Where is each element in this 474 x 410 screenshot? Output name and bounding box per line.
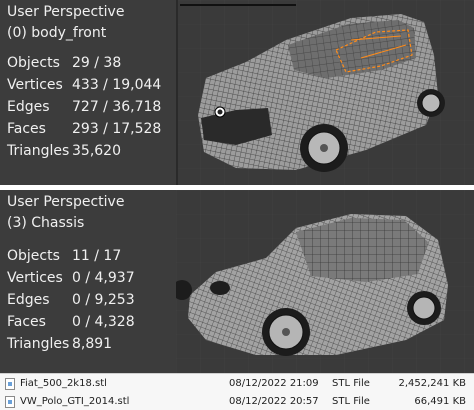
file-name: Fiat_500_2k18.stl xyxy=(20,378,107,389)
stat-label: Faces xyxy=(7,121,46,137)
stat-row-objects: Objects 11 / 17 xyxy=(7,248,121,264)
stat-row-edges: Edges 0 / 9,253 xyxy=(7,292,135,308)
file-type: STL File xyxy=(332,378,370,389)
stats-overlay-top: User Perspective (0) body_front Objects 2… xyxy=(0,0,178,185)
stat-value: 35,620 xyxy=(72,143,121,159)
stat-label: Objects xyxy=(7,248,60,264)
stat-value: 293 / 17,528 xyxy=(72,121,162,137)
file-date: 08/12/2022 21:09 xyxy=(229,378,319,389)
stat-label: Edges xyxy=(7,292,50,308)
viewport-bottom[interactable]: User Perspective (3) Chassis Objects 11 /… xyxy=(0,190,474,373)
stat-value: 727 / 36,718 xyxy=(72,99,162,115)
stat-value: 0 / 4,937 xyxy=(72,270,135,286)
file-date: 08/12/2022 20:57 xyxy=(229,396,319,407)
stat-label: Vertices xyxy=(7,77,63,93)
file-size: 2,452,241 KB xyxy=(398,378,467,389)
stat-label: Triangles xyxy=(7,143,70,159)
stat-label: Vertices xyxy=(7,270,63,286)
stat-row-vertices: Vertices 0 / 4,937 xyxy=(7,270,135,286)
stat-label: Faces xyxy=(7,314,46,330)
stat-value: 29 / 38 xyxy=(72,55,122,71)
mesh-view-vw-polo[interactable] xyxy=(176,0,474,185)
file-list: Fiat_500_2k18.stl 08/12/2022 21:09 STL F… xyxy=(0,373,474,410)
active-object-label: (3) Chassis xyxy=(7,215,85,231)
view-perspective-label: User Perspective xyxy=(7,194,125,210)
mesh-view-fiat-500[interactable] xyxy=(176,190,474,373)
stat-value: 11 / 17 xyxy=(72,248,122,264)
stat-value: 0 / 9,253 xyxy=(72,292,135,308)
stl-file-icon xyxy=(5,396,15,408)
stat-row-faces: Faces 0 / 4,328 xyxy=(7,314,135,330)
file-name: VW_Polo_GTI_2014.stl xyxy=(20,396,130,407)
stat-row-objects: Objects 29 / 38 xyxy=(7,55,121,71)
car-mesh-fiat xyxy=(176,190,474,373)
file-type: STL File xyxy=(332,396,370,407)
stat-value: 8,891 xyxy=(72,336,113,352)
stat-row-faces: Faces 293 / 17,528 xyxy=(7,121,161,137)
stat-row-edges: Edges 727 / 36,718 xyxy=(7,99,161,115)
stat-row-triangles: Triangles 8,891 xyxy=(7,336,112,352)
stat-label: Edges xyxy=(7,99,50,115)
stat-row-triangles: Triangles 35,620 xyxy=(7,143,121,159)
viewport-top[interactable]: User Perspective (0) body_front Objects 2… xyxy=(0,0,474,185)
file-row[interactable]: Fiat_500_2k18.stl 08/12/2022 21:09 STL F… xyxy=(0,375,474,393)
car-mesh-polo xyxy=(176,0,474,185)
stats-overlay-bottom: User Perspective (3) Chassis Objects 11 /… xyxy=(0,190,178,373)
active-object-label: (0) body_front xyxy=(7,25,107,41)
stat-row-vertices: Vertices 433 / 19,044 xyxy=(7,77,161,93)
stat-value: 0 / 4,328 xyxy=(72,314,135,330)
stat-label: Triangles xyxy=(7,336,70,352)
stat-value: 433 / 19,044 xyxy=(72,77,162,93)
file-row[interactable]: VW_Polo_GTI_2014.stl 08/12/2022 20:57 ST… xyxy=(0,393,474,410)
file-size: 66,491 KB xyxy=(414,396,466,407)
stat-label: Objects xyxy=(7,55,60,71)
view-perspective-label: User Perspective xyxy=(7,4,125,20)
stl-file-icon xyxy=(5,378,15,390)
